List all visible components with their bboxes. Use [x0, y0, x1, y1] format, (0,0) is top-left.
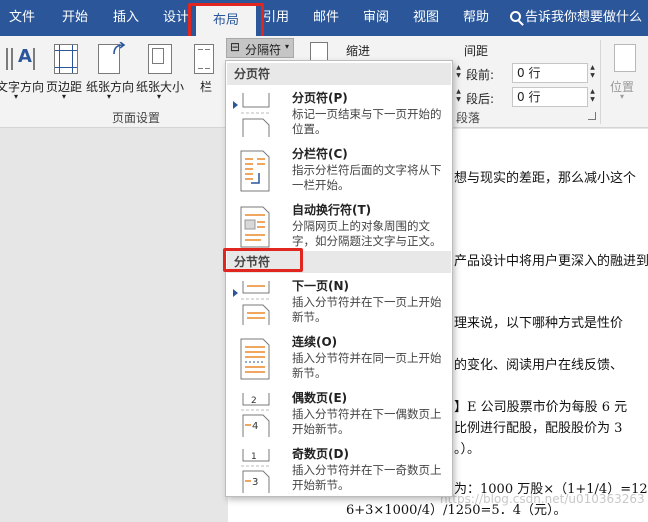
paragraph-dialog-launcher-icon[interactable] — [588, 112, 596, 120]
page-break-title: 分页符(P) — [292, 91, 348, 105]
odd-page-section-icon: 1 3 — [241, 449, 271, 493]
text-direction-icon: A — [6, 46, 35, 70]
spacing-before-arrow-icon[interactable]: ▲ ▼ — [454, 64, 463, 80]
position-button[interactable]: 位置 ▾ — [608, 38, 644, 104]
column-break-title: 分栏符(C) — [292, 147, 348, 161]
tab-insert[interactable]: 插入 — [104, 0, 148, 36]
breaks-button[interactable]: ⊟ 分隔符 ▾ — [226, 38, 294, 58]
line-numbers-icon — [310, 42, 328, 62]
even-page-desc: 插入分节符并在下一偶数页上开始新节。 — [292, 407, 442, 436]
spacing-after-arrow-icon[interactable]: ▲ ▼ — [454, 88, 463, 104]
doc-line-6: 比例进行配股，配股股价为 3 — [454, 421, 623, 436]
doc-line-5: 】E 公司股票市价为每股 6 元 — [454, 400, 628, 415]
tell-me-text: 告诉我你想要做什么 — [525, 10, 643, 25]
chevron-down-icon: ▾ — [285, 42, 290, 51]
watermark-url: https://blog.csdn.net/u010363263 — [440, 492, 645, 506]
continuous-desc: 插入分节符并在同一页上开始新节。 — [292, 351, 442, 380]
text-direction-button[interactable]: A 文字方向 ▾ — [0, 38, 45, 104]
svg-text:4: 4 — [252, 421, 258, 432]
even-page-section-icon: 2 4 — [241, 393, 271, 437]
spacing-after-label: 段后: — [466, 92, 495, 106]
text-wrapping-break-icon — [240, 206, 270, 248]
doc-line-3: 理来说，以下哪种方式是性价 — [454, 316, 624, 331]
even-page-title: 偶数页(E) — [292, 391, 348, 405]
next-page-desc: 插入分节符并在下一页上开始新节。 — [292, 295, 442, 324]
text-wrapping-break-title: 自动换行符(T) — [292, 203, 372, 217]
doc-line-4: 的变化、阅读用户在线反馈、 — [454, 358, 624, 373]
group-separator — [600, 40, 601, 124]
next-page-section-icon — [241, 281, 271, 325]
text-direction-label: 文字方向 — [0, 80, 45, 94]
odd-page-title: 奇数页(D) — [292, 447, 349, 461]
paper-size-icon — [148, 44, 172, 74]
spacing-after-input[interactable]: 0 行 — [512, 87, 588, 107]
margins-icon — [54, 44, 78, 74]
tab-help[interactable]: 帮助 — [454, 0, 498, 36]
spacing-after-spinner[interactable]: ▲ ▼ — [588, 88, 597, 104]
doc-line-7: 。）。 — [454, 442, 481, 457]
bullet-marker-icon — [233, 101, 238, 109]
menu-item-even-page[interactable]: 2 4 偶数页(E) 插入分节符并在下一偶数页上开始新节。 — [227, 387, 451, 443]
breaks-icon: ⊟ — [230, 40, 241, 54]
menu-item-continuous[interactable]: 连续(O) 插入分节符并在同一页上开始新节。 — [227, 331, 451, 387]
menu-item-next-page[interactable]: 下一页(N) 插入分节符并在下一页上开始新节。 — [227, 275, 451, 331]
svg-text:3: 3 — [252, 477, 258, 488]
group-label-paragraph: 段落 — [456, 111, 481, 125]
svg-text:1: 1 — [251, 452, 257, 462]
svg-text:2: 2 — [251, 396, 257, 406]
odd-page-desc: 插入分节符并在下一奇数页上开始新节。 — [292, 463, 442, 492]
columns-icon — [194, 44, 214, 74]
chevron-down-icon: ▾ — [62, 92, 67, 101]
menu-item-text-wrapping-break[interactable]: 自动换行符(T) 分隔网页上的对象周围的文字，如分隔题注文字与正文。 — [227, 199, 451, 255]
spacing-before-spinner[interactable]: ▲ ▼ — [588, 64, 597, 80]
ribbon-tab-bar: 文件 开始 插入 设计 布局 引用 邮件 审阅 视图 帮助 告诉我你想要做什么 — [0, 0, 648, 36]
position-icon — [614, 44, 636, 72]
tab-view[interactable]: 视图 — [404, 0, 448, 36]
menu-item-column-break[interactable]: 分栏符(C) 指示分栏符后面的文字将从下一栏开始。 — [227, 143, 451, 199]
columns-button[interactable]: 栏 — [190, 38, 216, 104]
column-break-desc: 指示分栏符后面的文字将从下一栏开始。 — [292, 163, 442, 192]
highlight-section-breaks — [223, 248, 303, 272]
columns-label: 栏 — [200, 80, 213, 94]
page-breaks-header: 分页符 — [227, 63, 451, 85]
chevron-down-icon: ▾ — [14, 92, 19, 101]
page-break-icon — [241, 93, 271, 137]
bullet-marker-icon — [233, 289, 238, 297]
group-label-page-setup: 页面设置 — [112, 111, 161, 125]
text-wrapping-break-desc: 分隔网页上的对象周围的文字，如分隔题注文字与正文。 — [292, 219, 442, 248]
spacing-label: 间距 — [464, 44, 489, 58]
page-break-desc: 标记一页结束与下一页开始的位置。 — [292, 107, 442, 136]
tell-me-search[interactable]: 告诉我你想要做什么 — [510, 0, 642, 36]
spacing-before-label: 段前: — [466, 68, 495, 82]
continuous-section-icon — [240, 338, 270, 380]
rotate-arrow-icon — [113, 42, 126, 55]
column-break-icon — [240, 150, 270, 192]
tab-file[interactable]: 文件 — [0, 0, 44, 36]
margins-button[interactable]: 页边距 ▾ — [46, 38, 86, 104]
svg-text:A: A — [18, 46, 32, 67]
chevron-down-icon: ▾ — [620, 92, 625, 101]
orientation-button[interactable]: 纸张方向 ▾ — [86, 38, 136, 104]
doc-line-1: 想与现实的差距，那么减小这个 — [454, 171, 637, 186]
menu-item-odd-page[interactable]: 1 3 奇数页(D) 插入分节符并在下一奇数页上开始新节。 — [227, 443, 451, 499]
tab-mailings[interactable]: 邮件 — [304, 0, 348, 36]
breaks-label: 分隔符 — [245, 43, 282, 57]
continuous-title: 连续(O) — [292, 335, 338, 349]
tab-review[interactable]: 审阅 — [354, 0, 398, 36]
highlight-layout-tab — [188, 3, 264, 39]
doc-line-2: 产品设计中将用户更深入的融进到 — [454, 254, 648, 269]
paper-size-button[interactable]: 纸张大小 ▾ — [136, 38, 186, 104]
breaks-dropdown-menu: 分页符 分页符(P) 标记一页结束与下一页开始的位置。 分栏符(C) 指示分栏符… — [225, 60, 453, 497]
search-icon — [510, 11, 521, 22]
chevron-down-icon: ▾ — [157, 92, 162, 101]
menu-item-page-break[interactable]: 分页符(P) 标记一页结束与下一页开始的位置。 — [227, 87, 451, 143]
indent-label: 缩进 — [346, 44, 371, 58]
chevron-down-icon: ▾ — [107, 92, 112, 101]
next-page-title: 下一页(N) — [292, 279, 350, 293]
tab-home[interactable]: 开始 — [52, 0, 98, 36]
spacing-before-input[interactable]: 0 行 — [512, 63, 588, 83]
